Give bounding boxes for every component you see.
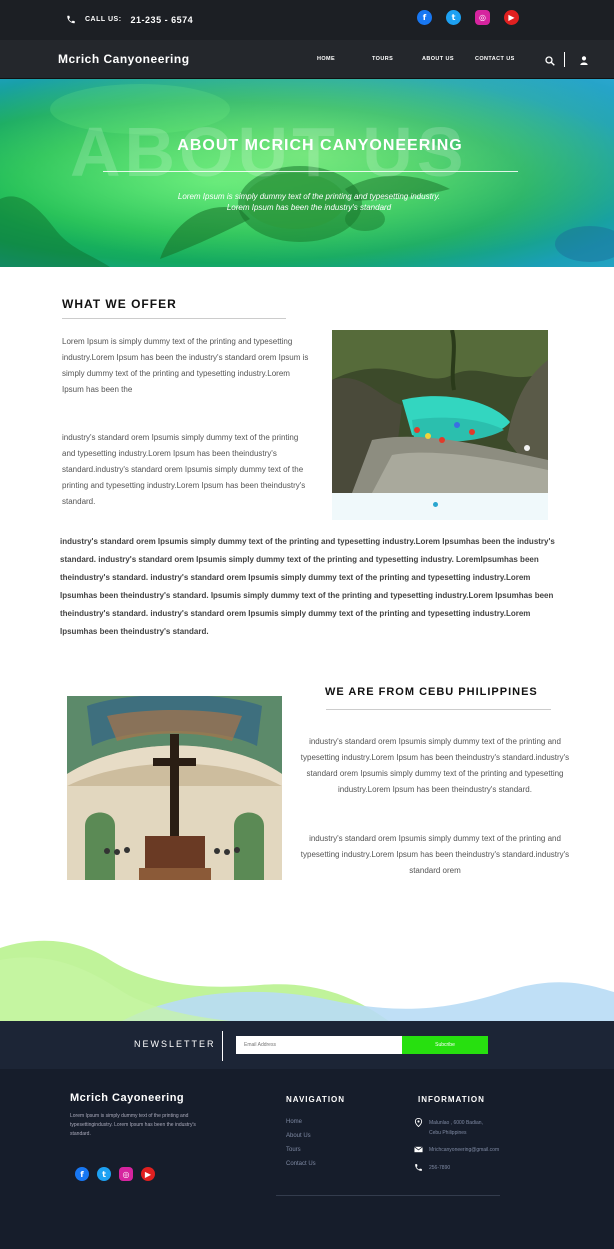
nav-home[interactable]: HOME [317, 56, 372, 62]
footer-info-heading: INFORMATION [418, 1095, 485, 1104]
hero-subtitle-line1: Lorem Ipsum is simply dummy text of the … [177, 192, 441, 201]
hero-divider [103, 171, 518, 172]
footer-description: Lorem Ipsum is simply dummy text of the … [70, 1113, 196, 1137]
footer-email: Mrichcanyoneering@gmail.com [414, 1145, 499, 1155]
twitter-icon[interactable]: t [446, 10, 461, 25]
youtube-icon[interactable]: ▶ [141, 1167, 155, 1181]
footer-link-home[interactable]: Home [286, 1119, 316, 1133]
footer-link-tours[interactable]: Tours [286, 1147, 316, 1161]
instagram-icon[interactable]: ◎ [475, 10, 490, 25]
newsletter-bar: NEWSLETTER Subcribe [0, 1021, 614, 1069]
footer-nav-heading: NAVIGATION [286, 1095, 346, 1104]
nav-about[interactable]: ABOUT US [422, 56, 475, 62]
subscribe-button[interactable]: Subcribe [402, 1036, 488, 1054]
hero-subtitle-line2: Lorem Ipsum has been the industry's stan… [226, 203, 392, 212]
offer-paragraph-1: Lorem Ipsum is simply dummy text of the … [62, 337, 309, 394]
email-text[interactable]: Mrichcanyoneering@gmail.com [429, 1145, 499, 1155]
address-line-2: Cebu Philippines [429, 1130, 467, 1136]
cebu-heading: WE ARE FROM CEBU PHILIPPINES [325, 686, 538, 698]
nav-divider [564, 52, 565, 67]
footer-brand[interactable]: Mcrich Cayoneering [70, 1092, 184, 1104]
cebu-photo[interactable] [67, 696, 282, 880]
offer-underline [62, 318, 286, 319]
hero-banner: ABOUT US ABOUT MCRICH CANYONEERING Lorem… [0, 79, 614, 267]
canyoneering-photo[interactable] [332, 330, 548, 493]
footer: Mcrich Cayoneering Lorem Ipsum is simply… [0, 1069, 614, 1249]
footer-social-links: f t ◎ ▶ [75, 1167, 155, 1181]
newsletter-label: NEWSLETTER [134, 1039, 216, 1049]
footer-phone: 256-7890 [414, 1163, 450, 1173]
cebu-underline [326, 709, 551, 710]
phone-icon [415, 1164, 422, 1171]
cebu-paragraph-1: industry's standard orem Ipsumis simply … [300, 737, 570, 794]
offer-paragraph-2: industry's standard orem Ipsumis simply … [62, 433, 306, 506]
nav-contact[interactable]: CONTACT US [475, 56, 515, 62]
user-icon[interactable] [580, 56, 588, 65]
newsletter-email-input[interactable] [236, 1036, 402, 1054]
phone-icon [67, 15, 75, 24]
facebook-icon[interactable]: f [417, 10, 432, 25]
newsletter-divider [222, 1031, 223, 1061]
footer-divider [276, 1195, 500, 1196]
call-label: CALL US: [85, 16, 122, 23]
nav-links: HOME TOURS ABOUT US CONTACT US [317, 56, 515, 62]
social-links: f t ◎ ▶ [417, 10, 519, 25]
youtube-icon[interactable]: ▶ [504, 10, 519, 25]
nav-tours[interactable]: TOURS [372, 56, 422, 62]
footer-nav-links: Home About Us Tours Contact Us [286, 1119, 316, 1175]
carousel-dot[interactable] [433, 502, 438, 507]
search-icon[interactable] [545, 56, 555, 66]
offer-heading: WHAT WE OFFER [62, 297, 177, 311]
footer-link-about[interactable]: About Us [286, 1133, 316, 1147]
mail-icon [414, 1146, 423, 1153]
twitter-icon[interactable]: t [97, 1167, 111, 1181]
address-line-1: Malunlao , 6000 Badian, [429, 1120, 483, 1126]
footer-address: Malunlao , 6000 Badian, Cebu Philippines [414, 1118, 483, 1138]
instagram-icon[interactable]: ◎ [119, 1167, 133, 1181]
call-number[interactable]: 21-235 - 6574 [131, 15, 194, 25]
brand-logo[interactable]: Mcrich Canyoneering [58, 52, 190, 66]
cebu-paragraph-2: industry's standard orem Ipsumis simply … [300, 834, 570, 875]
main-nav: Mcrich Canyoneering HOME TOURS ABOUT US … [0, 40, 614, 79]
facebook-icon[interactable]: f [75, 1167, 89, 1181]
phone-text[interactable]: 256-7890 [429, 1163, 450, 1173]
decorative-waves [0, 940, 614, 1022]
call-us: CALL US: 21-235 - 6574 [66, 14, 193, 25]
hero-title: ABOUT MCRICH CANYONEERING [177, 137, 463, 154]
location-pin-icon [414, 1118, 423, 1127]
offer-paragraph-wide: industry's standard orem Ipsumis simply … [60, 537, 555, 636]
footer-link-contact[interactable]: Contact Us [286, 1161, 316, 1175]
hero-subtitle: Lorem Ipsum is simply dummy text of the … [0, 191, 614, 213]
top-bar: CALL US: 21-235 - 6574 f t ◎ ▶ [0, 0, 614, 40]
